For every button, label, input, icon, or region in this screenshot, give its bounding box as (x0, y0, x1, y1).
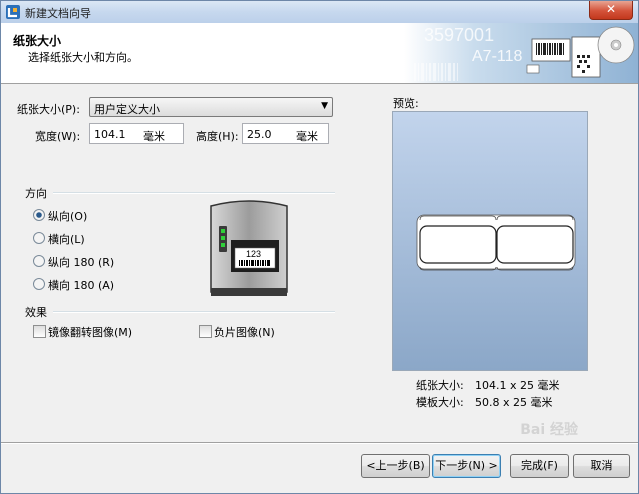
page-subtitle: 选择纸张大小和方向。 (28, 51, 138, 64)
orientation-option-label: 纵向 180 (R) (48, 256, 115, 269)
paper-size-label: 纸张大小(P): (17, 103, 80, 116)
watermark: Bai 经验 (520, 422, 578, 438)
orientation-option-label: 纵向(O) (48, 210, 88, 223)
width-label: 宽度(W): (35, 130, 81, 143)
next-button[interactable]: 下一步(N) > (432, 454, 501, 478)
preview-pane (392, 111, 588, 371)
effects-group-label: 效果 (25, 306, 47, 319)
cancel-button[interactable]: 取消 (573, 454, 630, 478)
printer-label-text: 123 (246, 249, 261, 259)
radio-icon[interactable] (33, 278, 45, 290)
mirror-image-checkbox[interactable] (33, 325, 46, 338)
orientation-option-label: 横向 180 (A) (48, 279, 115, 292)
template-size-info: 模板大小: 50.8 x 25 毫米 (416, 394, 553, 410)
label-preview-image (416, 214, 576, 271)
header-banner-image: 3597001 A7-118 (404, 23, 638, 83)
back-button[interactable]: <上一步(B) (361, 454, 430, 478)
wizard-header: 纸张大小 选择纸张大小和方向。 3597001 A7-118 (1, 23, 638, 84)
radio-icon[interactable] (33, 232, 45, 244)
negative-image-label: 负片图像(N) (214, 326, 275, 339)
app-icon (6, 5, 20, 19)
printer-icon: 123 (210, 200, 288, 296)
banner-code: A7-118 (472, 48, 523, 65)
close-button[interactable]: ✕ (589, 1, 633, 20)
width-input[interactable]: 104.1 毫米 (89, 123, 184, 144)
title-bar[interactable]: 新建文档向导 ✕ (1, 1, 638, 23)
mirror-image-label: 镜像翻转图像(M) (48, 326, 133, 339)
wizard-window: 新建文档向导 ✕ 纸张大小 选择纸张大小和方向。 3597001 A7-118 (0, 0, 639, 494)
orientation-divider (53, 192, 335, 194)
template-size-info-label: 模板大小: (416, 396, 464, 409)
page-title: 纸张大小 (13, 34, 62, 48)
window-title: 新建文档向导 (25, 7, 91, 20)
effects-divider (53, 311, 335, 313)
template-size-info-value: 50.8 x 25 毫米 (475, 396, 553, 409)
paper-size-info-value: 104.1 x 25 毫米 (475, 379, 560, 392)
width-unit: 毫米 (143, 130, 165, 143)
height-unit: 毫米 (296, 130, 318, 143)
radio-selected-icon[interactable] (33, 209, 45, 221)
paper-size-info: 纸张大小: 104.1 x 25 毫米 (416, 377, 560, 393)
chevron-down-icon: ▼ (321, 101, 328, 111)
footer-divider (1, 442, 638, 444)
preview-label: 预览: (393, 97, 419, 110)
banner-number: 3597001 (424, 25, 494, 45)
height-value: 25.0 (247, 128, 272, 141)
orientation-group-label: 方向 (25, 187, 47, 200)
width-value: 104.1 (94, 128, 126, 141)
negative-image-checkbox[interactable] (199, 325, 212, 338)
orientation-option-label: 横向(L) (48, 233, 85, 246)
height-label: 高度(H): (196, 130, 239, 143)
height-input[interactable]: 25.0 毫米 (242, 123, 329, 144)
radio-icon[interactable] (33, 255, 45, 267)
finish-button[interactable]: 完成(F) (510, 454, 569, 478)
paper-size-dropdown[interactable]: 用户定义大小 ▼ (89, 97, 333, 117)
paper-size-value: 用户定义大小 (94, 103, 160, 116)
paper-size-info-label: 纸张大小: (416, 379, 464, 392)
